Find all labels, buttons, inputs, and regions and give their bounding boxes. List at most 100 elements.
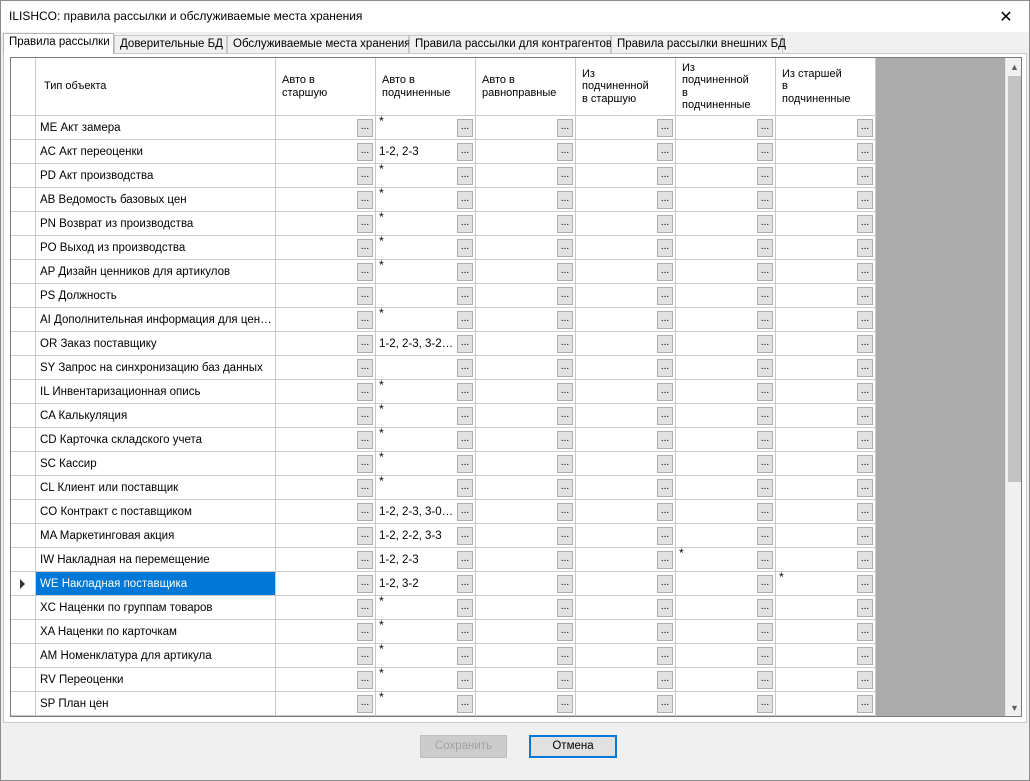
row-header[interactable] <box>11 428 36 452</box>
table-row[interactable]: PS Должность.................. <box>11 284 876 308</box>
ellipsis-button[interactable]: ... <box>557 599 573 617</box>
rule-cell[interactable]: ... <box>476 692 576 716</box>
ellipsis-button[interactable]: ... <box>657 383 673 401</box>
object-type-cell[interactable]: CO Контракт с поставщиком <box>36 500 276 524</box>
ellipsis-button[interactable]: ... <box>457 431 473 449</box>
ellipsis-button[interactable]: ... <box>557 311 573 329</box>
rule-cell[interactable]: ... <box>776 524 876 548</box>
ellipsis-button[interactable]: ... <box>857 383 873 401</box>
rule-cell[interactable]: ... <box>376 356 476 380</box>
ellipsis-button[interactable]: ... <box>757 335 773 353</box>
rule-cell[interactable]: ... <box>576 476 676 500</box>
rule-cell[interactable]: ... <box>476 116 576 140</box>
ellipsis-button[interactable]: ... <box>557 479 573 497</box>
ellipsis-button[interactable]: ... <box>857 647 873 665</box>
ellipsis-button[interactable]: ... <box>457 695 473 713</box>
ellipsis-button[interactable]: ... <box>357 191 373 209</box>
rule-cell[interactable]: ... <box>776 620 876 644</box>
ellipsis-button[interactable]: ... <box>457 167 473 185</box>
ellipsis-button[interactable]: ... <box>857 335 873 353</box>
row-header[interactable] <box>11 500 36 524</box>
ellipsis-button[interactable]: ... <box>557 407 573 425</box>
ellipsis-button[interactable]: ... <box>857 527 873 545</box>
row-header[interactable] <box>11 164 36 188</box>
ellipsis-button[interactable]: ... <box>857 263 873 281</box>
ellipsis-button[interactable]: ... <box>357 359 373 377</box>
row-header[interactable] <box>11 116 36 140</box>
ellipsis-button[interactable]: ... <box>657 239 673 257</box>
rule-cell[interactable]: ... <box>476 164 576 188</box>
object-type-cell[interactable]: CL Клиент или поставщик <box>36 476 276 500</box>
ellipsis-button[interactable]: ... <box>757 647 773 665</box>
ellipsis-button[interactable]: ... <box>657 551 673 569</box>
ellipsis-button[interactable]: ... <box>657 359 673 377</box>
rule-cell[interactable]: 1-2, 3-2... <box>376 572 476 596</box>
ellipsis-button[interactable]: ... <box>857 407 873 425</box>
ellipsis-button[interactable]: ... <box>857 455 873 473</box>
rule-cell[interactable]: ... <box>276 212 376 236</box>
ellipsis-button[interactable]: ... <box>757 191 773 209</box>
ellipsis-button[interactable]: ... <box>557 263 573 281</box>
ellipsis-button[interactable]: ... <box>457 671 473 689</box>
rule-cell[interactable]: ... <box>676 116 776 140</box>
rule-cell[interactable]: ... <box>476 524 576 548</box>
rule-cell[interactable]: ... <box>676 284 776 308</box>
rule-cell[interactable]: ... <box>776 236 876 260</box>
rule-cell[interactable]: ... <box>276 572 376 596</box>
ellipsis-button[interactable]: ... <box>357 623 373 641</box>
rule-cell[interactable]: ... <box>476 380 576 404</box>
row-header[interactable] <box>11 572 36 596</box>
table-row[interactable]: XA Наценки по карточкам... *.............… <box>11 620 876 644</box>
rule-cell[interactable]: ... <box>576 212 676 236</box>
rule-cell[interactable]: *... <box>376 476 476 500</box>
table-row[interactable]: IW Накладная на перемещение... 1-2, 2-3..… <box>11 548 876 572</box>
rule-cell[interactable]: ... <box>776 668 876 692</box>
ellipsis-button[interactable]: ... <box>757 551 773 569</box>
rule-cell[interactable]: ... <box>376 284 476 308</box>
rule-cell[interactable]: ... <box>776 500 876 524</box>
ellipsis-button[interactable]: ... <box>857 431 873 449</box>
ellipsis-button[interactable]: ... <box>457 623 473 641</box>
rule-cell[interactable]: ... <box>476 356 576 380</box>
ellipsis-button[interactable]: ... <box>757 479 773 497</box>
table-row[interactable]: SP План цен... *............... <box>11 692 876 716</box>
rule-cell[interactable]: ... <box>676 572 776 596</box>
row-header[interactable] <box>11 524 36 548</box>
ellipsis-button[interactable]: ... <box>357 287 373 305</box>
ellipsis-button[interactable]: ... <box>757 503 773 521</box>
row-header[interactable] <box>11 476 36 500</box>
column-header-1[interactable]: Тип объекта <box>36 58 276 116</box>
table-row[interactable]: MA Маркетинговая акция... 1-2, 2-2, 3-3..… <box>11 524 876 548</box>
rule-cell[interactable]: ... <box>776 596 876 620</box>
ellipsis-button[interactable]: ... <box>857 695 873 713</box>
ellipsis-button[interactable]: ... <box>357 695 373 713</box>
rule-cell[interactable]: ... <box>476 620 576 644</box>
ellipsis-button[interactable]: ... <box>457 527 473 545</box>
ellipsis-button[interactable]: ... <box>857 479 873 497</box>
ellipsis-button[interactable]: ... <box>757 311 773 329</box>
rule-cell[interactable]: ... <box>276 692 376 716</box>
cancel-button[interactable]: Отмена <box>529 735 617 758</box>
rule-cell[interactable]: ... <box>576 140 676 164</box>
ellipsis-button[interactable]: ... <box>657 263 673 281</box>
rule-cell[interactable]: *... <box>376 452 476 476</box>
rule-cell[interactable]: ... <box>676 620 776 644</box>
rule-cell[interactable]: ... <box>276 116 376 140</box>
object-type-cell[interactable]: AB Ведомость базовых цен <box>36 188 276 212</box>
ellipsis-button[interactable]: ... <box>757 119 773 137</box>
table-row[interactable]: AM Номенклатура для артикула... *........… <box>11 644 876 668</box>
row-header[interactable] <box>11 356 36 380</box>
ellipsis-button[interactable]: ... <box>357 599 373 617</box>
rule-cell[interactable]: ... <box>776 308 876 332</box>
ellipsis-button[interactable]: ... <box>657 647 673 665</box>
rule-cell[interactable]: ... <box>576 116 676 140</box>
rule-cell[interactable]: ... <box>576 308 676 332</box>
rule-cell[interactable]: ... <box>276 596 376 620</box>
ellipsis-button[interactable]: ... <box>457 311 473 329</box>
rule-cell[interactable]: ... <box>776 476 876 500</box>
object-type-cell[interactable]: CD Карточка складского учета <box>36 428 276 452</box>
rule-cell[interactable]: ... <box>576 428 676 452</box>
rule-cell[interactable]: ... <box>676 188 776 212</box>
ellipsis-button[interactable]: ... <box>357 455 373 473</box>
ellipsis-button[interactable]: ... <box>657 575 673 593</box>
